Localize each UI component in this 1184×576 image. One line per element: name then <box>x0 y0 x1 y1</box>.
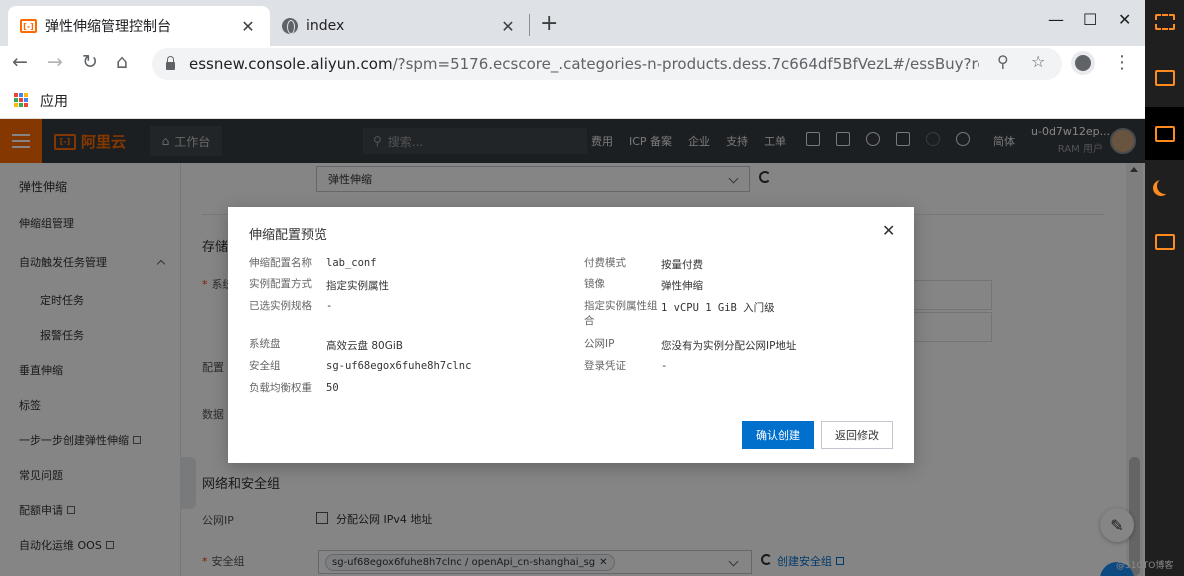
field-label: 伸缩配置名称 <box>249 257 312 269</box>
right-tool-panel <box>1145 0 1184 576</box>
field-value: 高效云盘 80GiB <box>326 340 403 352</box>
maximize-button[interactable]: ☐ <box>1083 10 1097 29</box>
field-value: 按量付费 <box>661 259 703 271</box>
browser-toolbar: ← → ↻ ⌂ essnew.console.aliyun.com/?spm=5… <box>0 46 1145 82</box>
window-close-button[interactable]: ✕ <box>1118 10 1131 29</box>
back-to-edit-button[interactable]: 返回修改 <box>821 421 893 449</box>
field-value: - <box>326 300 333 312</box>
browser-tab-strip: [-] 弹性伸缩管理控制台 ✕ index ✕ + — ☐ ✕ <box>0 0 1145 46</box>
browser-tab-console[interactable]: [-] 弹性伸缩管理控制台 ✕ <box>8 6 270 46</box>
star-icon[interactable]: ☆ <box>1031 52 1045 71</box>
watermark: @51CTO博客 <box>1116 561 1174 571</box>
reload-icon[interactable]: ↻ <box>82 51 98 73</box>
lock-icon <box>166 56 175 70</box>
field-value: 50 <box>326 382 339 394</box>
field-label: 安全组 <box>249 360 281 372</box>
moon-icon[interactable] <box>1157 178 1173 194</box>
field-label: 付费模式 <box>584 257 626 269</box>
menu-kebab-icon[interactable]: ⋮ <box>1113 52 1131 73</box>
confirm-create-button[interactable]: 确认创建 <box>742 421 814 449</box>
url-text: essnew.console.aliyun.com/?spm=5176.ecsc… <box>189 55 979 73</box>
close-icon[interactable]: ✕ <box>238 17 258 36</box>
home-icon[interactable]: ⌂ <box>116 51 128 73</box>
fullscreen-icon[interactable] <box>1155 14 1175 30</box>
bookmarks-bar: 应用 <box>0 82 1145 119</box>
tab-title: index <box>306 18 345 34</box>
dialog-title: 伸缩配置预览 <box>249 228 328 243</box>
console-viewport: [-] 阿里云 ⌂ 工作台 ⚲ 搜索... 费用 ICP 备案 企业 支持 工单… <box>0 119 1145 576</box>
field-value: 指定实例属性 <box>326 280 389 292</box>
apps-bookmark-label[interactable]: 应用 <box>40 91 68 111</box>
field-label: 登录凭证 <box>584 360 626 372</box>
back-arrow-icon[interactable]: ← <box>12 51 28 73</box>
close-icon[interactable]: ✕ <box>498 17 518 36</box>
apps-grid-icon[interactable] <box>14 93 28 107</box>
field-label: 已选实例规格 <box>249 300 312 312</box>
forward-arrow-icon[interactable]: → <box>47 51 63 73</box>
monitor-icon[interactable] <box>1155 126 1175 142</box>
field-label: 实例配置方式 <box>249 278 312 290</box>
new-tab-button[interactable]: + <box>540 11 558 36</box>
zoom-icon[interactable]: ⚲ <box>997 52 1009 71</box>
terminal-icon[interactable] <box>1155 70 1175 86</box>
tab-title: 弹性伸缩管理控制台 <box>45 19 171 35</box>
field-label: 负载均衡权重 <box>249 382 312 394</box>
field-value: - <box>661 360 668 372</box>
scaling-config-preview-dialog: 伸缩配置预览 ✕ 伸缩配置名称 lab_conf 实例配置方式 指定实例属性 已… <box>228 207 914 463</box>
aliyun-favicon-icon: [-] <box>20 19 37 33</box>
keyboard-icon[interactable] <box>1155 234 1175 250</box>
field-label: 指定实例属性组合 <box>584 300 658 327</box>
field-value: lab_conf <box>326 257 377 269</box>
field-value: 1 vCPU 1 GiB 入门级 <box>661 302 775 314</box>
field-value: sg-uf68egox6fuhe8h7clnc <box>326 360 472 372</box>
field-label: 公网IP <box>584 338 615 350</box>
profile-avatar-icon[interactable] <box>1071 51 1095 75</box>
close-icon[interactable]: ✕ <box>882 221 895 240</box>
field-value: 弹性伸缩 <box>661 280 703 292</box>
address-bar[interactable]: essnew.console.aliyun.com/?spm=5176.ecsc… <box>152 48 1062 80</box>
browser-tab-index[interactable]: index ✕ <box>270 6 530 46</box>
field-label: 系统盘 <box>249 338 281 350</box>
minimize-button[interactable]: — <box>1048 10 1064 29</box>
field-label: 镜像 <box>584 278 605 290</box>
tab-separator <box>529 14 530 36</box>
globe-icon <box>282 18 298 34</box>
field-value: 您没有为实例分配公网IP地址 <box>661 340 797 352</box>
